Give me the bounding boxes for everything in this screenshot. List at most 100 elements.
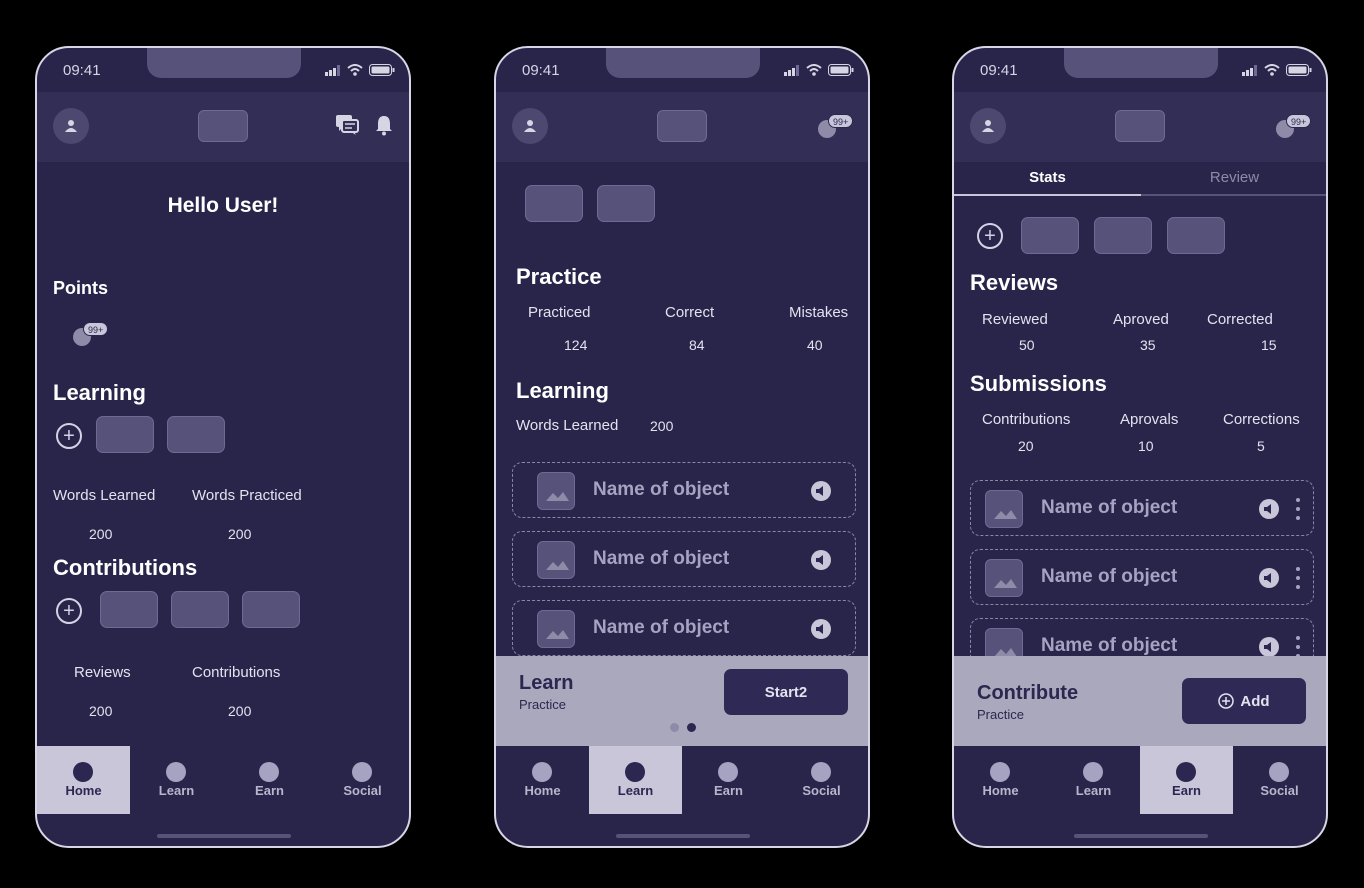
social-icon [352, 762, 372, 782]
reviews-value: 200 [89, 703, 113, 719]
contribution-chip[interactable] [171, 591, 229, 628]
speaker-icon[interactable] [1259, 499, 1279, 519]
earn-icon [718, 762, 738, 782]
reviews-title: Reviews [970, 270, 1059, 295]
tab-learn[interactable]: Learn [130, 746, 223, 814]
segmented-tabs: Stats Review [954, 162, 1326, 196]
profile-button[interactable] [970, 108, 1006, 144]
app-logo-placeholder [198, 110, 248, 142]
chat-icon[interactable] [335, 114, 359, 136]
app-logo-placeholder [657, 110, 707, 142]
speaker-icon[interactable] [811, 481, 831, 501]
tab-earn[interactable]: Earn [1140, 746, 1233, 814]
contribution-chip[interactable] [100, 591, 158, 628]
aprovals-value: 10 [1138, 438, 1154, 454]
speaker-icon[interactable] [811, 550, 831, 570]
object-card[interactable]: Name of object [512, 462, 856, 518]
learn-icon [166, 762, 186, 782]
battery-icon [369, 64, 395, 76]
notification-badge[interactable]: 99+ [1276, 114, 1312, 138]
start-button[interactable]: Start2 [724, 669, 848, 715]
add-button-label: Add [1240, 692, 1270, 710]
pager-dot[interactable] [670, 723, 679, 732]
object-name: Name of object [593, 479, 730, 500]
status-bar: 09:41 [496, 48, 868, 92]
contribute-cta-panel: Contribute Practice Add [954, 656, 1326, 746]
corrections-label: Corrections [1223, 411, 1300, 428]
profile-button[interactable] [512, 108, 548, 144]
tab-home[interactable]: Home [496, 746, 589, 814]
add-circle-icon[interactable]: + [56, 423, 82, 449]
pager-dot-active[interactable] [687, 723, 696, 732]
tab-learn[interactable]: Learn [589, 746, 682, 814]
phone-home-screen: 09:41 Hello User! Points 99+ Learning + … [35, 46, 411, 848]
contributions-title: Contributions [53, 555, 198, 580]
speaker-icon[interactable] [811, 619, 831, 639]
object-card[interactable]: Name of object [512, 531, 856, 587]
learning-chip[interactable] [167, 416, 225, 453]
more-vertical-icon[interactable] [1296, 567, 1300, 589]
add-circle-icon[interactable]: + [977, 223, 1003, 249]
object-card[interactable]: Name of object [512, 600, 856, 656]
social-icon [811, 762, 831, 782]
learn-icon [1083, 762, 1103, 782]
active-tab-underline [954, 194, 1141, 196]
contribution-chip[interactable] [242, 591, 300, 628]
object-card[interactable]: Name of object [970, 480, 1314, 536]
filter-chip[interactable] [1094, 217, 1152, 254]
wifi-icon [347, 64, 363, 76]
words-practiced-value: 200 [228, 526, 252, 542]
speaker-icon[interactable] [1259, 637, 1279, 657]
learning-chip[interactable] [96, 416, 154, 453]
notch [1064, 48, 1218, 78]
status-bar: 09:41 [37, 48, 409, 92]
social-icon [1269, 762, 1289, 782]
cta-title: Contribute [977, 682, 1079, 704]
reviewed-value: 50 [1019, 337, 1035, 353]
tab-social[interactable]: Social [316, 746, 409, 814]
filter-chip[interactable] [597, 185, 655, 222]
object-card[interactable]: Name of object [970, 549, 1314, 605]
filter-chip[interactable] [1021, 217, 1079, 254]
person-icon [65, 120, 77, 132]
notch [606, 48, 760, 78]
battery-icon [828, 64, 854, 76]
tab-earn[interactable]: Earn [223, 746, 316, 814]
tab-home[interactable]: Home [954, 746, 1047, 814]
add-circle-icon[interactable]: + [56, 598, 82, 624]
filter-chip[interactable] [525, 185, 583, 222]
bell-icon[interactable] [375, 114, 393, 136]
home-icon [990, 762, 1010, 782]
contributions-value: 20 [1018, 438, 1034, 454]
add-button[interactable]: Add [1182, 678, 1306, 724]
points-badge: 99+ [73, 322, 109, 346]
bottom-tab-bar: Home Learn Earn Social [954, 746, 1326, 814]
tab-social[interactable]: Social [775, 746, 868, 814]
points-badge-count: 99+ [83, 322, 109, 336]
signal-icon [1242, 64, 1257, 76]
tab-stats[interactable]: Stats [954, 162, 1141, 196]
tab-earn[interactable]: Earn [682, 746, 775, 814]
tab-social[interactable]: Social [1233, 746, 1326, 814]
greeting-title: Hello User! [167, 194, 279, 217]
points-title: Points [53, 278, 109, 298]
notification-count: 99+ [828, 114, 854, 128]
signal-icon [784, 64, 799, 76]
status-time: 09:41 [522, 62, 560, 79]
bottom-tab-bar: Home Learn Earn Social [496, 746, 868, 814]
notification-badge[interactable]: 99+ [818, 114, 854, 138]
tab-home[interactable]: Home [37, 746, 130, 814]
correct-label: Correct [665, 304, 715, 321]
notch [147, 48, 301, 78]
more-vertical-icon[interactable] [1296, 636, 1300, 658]
profile-button[interactable] [53, 108, 89, 144]
corrected-label: Corrected [1207, 311, 1273, 328]
reviews-label: Reviews [74, 664, 131, 681]
speaker-icon[interactable] [1259, 568, 1279, 588]
filter-chip[interactable] [1167, 217, 1225, 254]
object-name: Name of object [593, 548, 730, 569]
more-vertical-icon[interactable] [1296, 498, 1300, 520]
tab-learn[interactable]: Learn [1047, 746, 1140, 814]
tab-review[interactable]: Review [1141, 162, 1326, 196]
image-icon [985, 490, 1023, 528]
